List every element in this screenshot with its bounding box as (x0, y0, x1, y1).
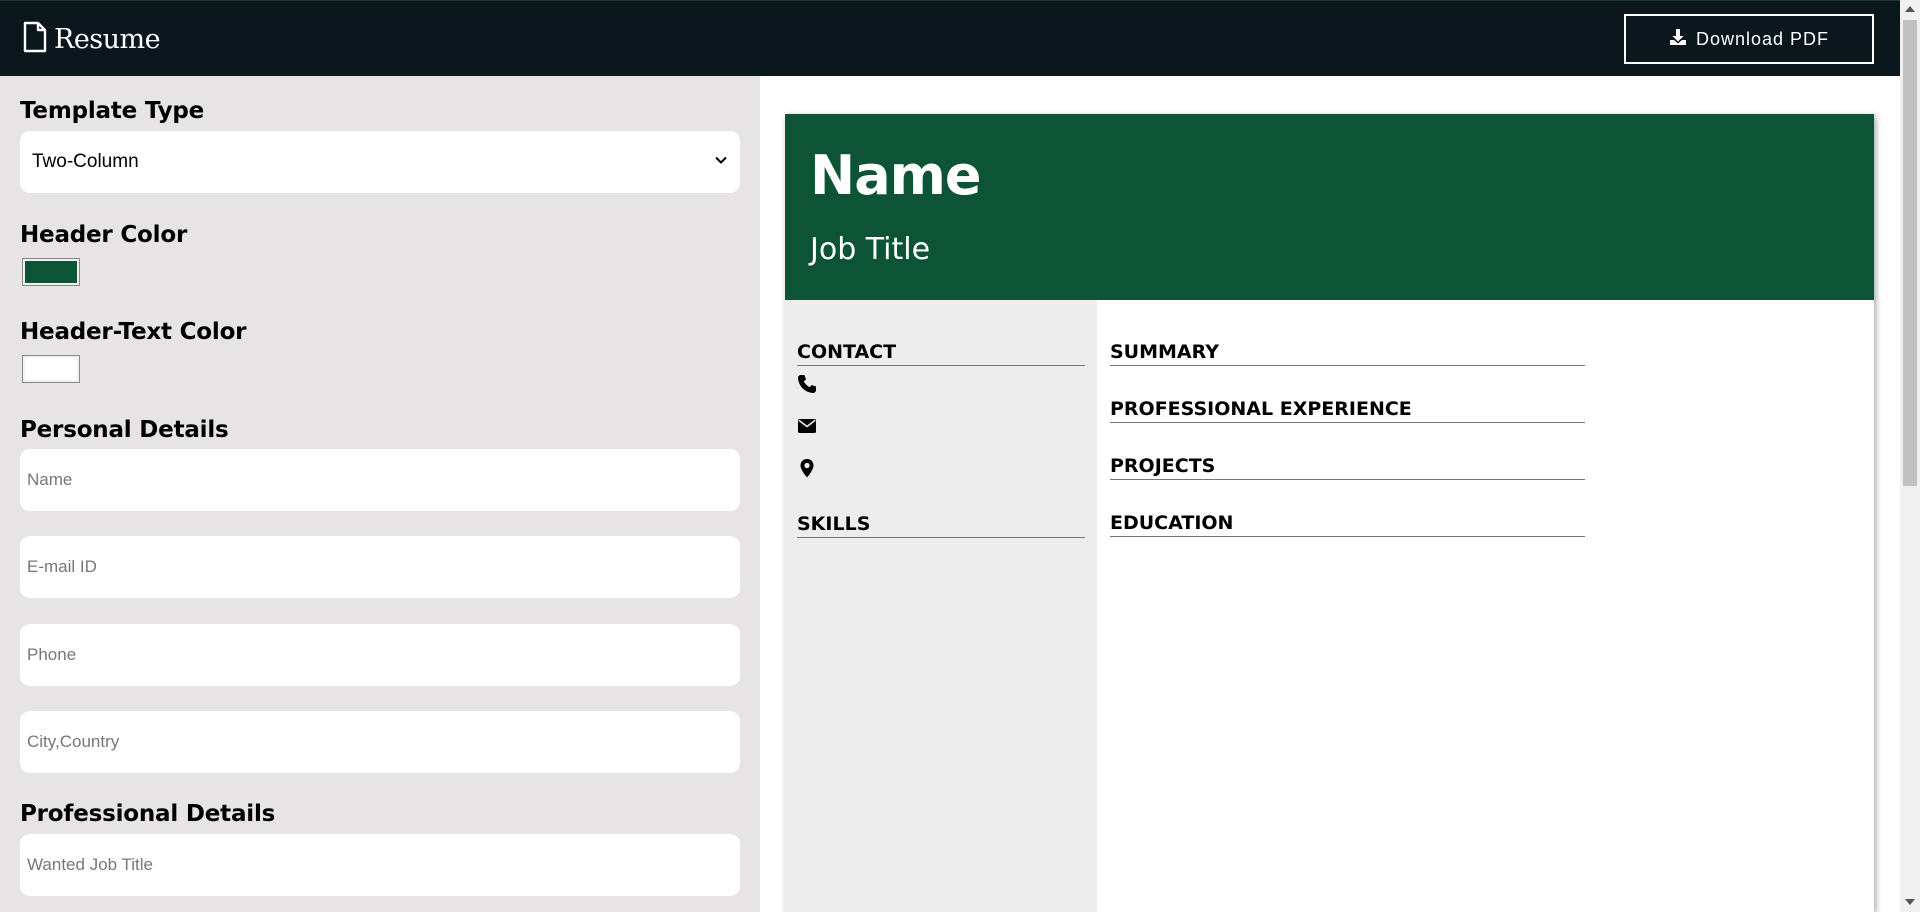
resume-name: Name (810, 144, 982, 207)
section-professional-experience: PROFESSIONAL EXPERIENCE (1110, 398, 1585, 423)
template-type-select[interactable]: Two-Column (20, 131, 740, 193)
top-bar: Resume Download PDF (0, 0, 1900, 76)
email-input[interactable]: E-mail ID (20, 536, 740, 598)
download-pdf-button[interactable]: Download PDF (1624, 14, 1874, 64)
download-pdf-label: Download PDF (1695, 28, 1830, 49)
scroll-up-arrow-icon[interactable] (1905, 6, 1915, 12)
map-marker-icon (797, 458, 817, 478)
phone-icon (797, 374, 817, 394)
header-text-color-swatch (25, 358, 77, 380)
section-contact: CONTACT (797, 341, 1085, 366)
location-input[interactable]: City,Country (20, 711, 740, 773)
scrollbar-thumb[interactable] (1903, 20, 1917, 486)
section-projects: PROJECTS (1110, 455, 1585, 480)
resume-preview: Name Job Title CONTACT SKILLS SUMMARY PR… (785, 114, 1874, 912)
job-title-input[interactable]: Wanted Job Title (20, 834, 740, 896)
resume-job-title: Job Title (810, 232, 931, 267)
personal-details-label: Personal Details (20, 417, 229, 443)
resume-header: Name Job Title (785, 114, 1874, 300)
brand[interactable]: Resume (22, 21, 161, 57)
template-type-value: Two-Column (32, 151, 139, 172)
scroll-down-arrow-icon[interactable] (1905, 899, 1915, 905)
template-type-label: Template Type (20, 98, 205, 124)
chevron-down-icon (714, 151, 728, 173)
document-icon (22, 21, 48, 57)
page-scrollbar[interactable] (1900, 0, 1920, 912)
header-color-picker[interactable] (22, 258, 80, 286)
resume-sidebar (785, 300, 1097, 912)
header-text-color-label: Header-Text Color (20, 319, 247, 345)
header-color-swatch (25, 261, 77, 283)
phone-input[interactable]: Phone (20, 624, 740, 686)
download-icon (1669, 28, 1696, 51)
envelope-icon (797, 416, 817, 436)
header-color-label: Header Color (20, 222, 188, 248)
section-education: EDUCATION (1110, 512, 1585, 537)
name-input[interactable]: Name (20, 449, 740, 511)
header-text-color-picker[interactable] (22, 355, 80, 383)
brand-title: Resume (54, 23, 161, 55)
section-summary: SUMMARY (1110, 341, 1585, 366)
professional-details-label: Professional Details (20, 801, 276, 827)
section-skills: SKILLS (797, 513, 1085, 538)
